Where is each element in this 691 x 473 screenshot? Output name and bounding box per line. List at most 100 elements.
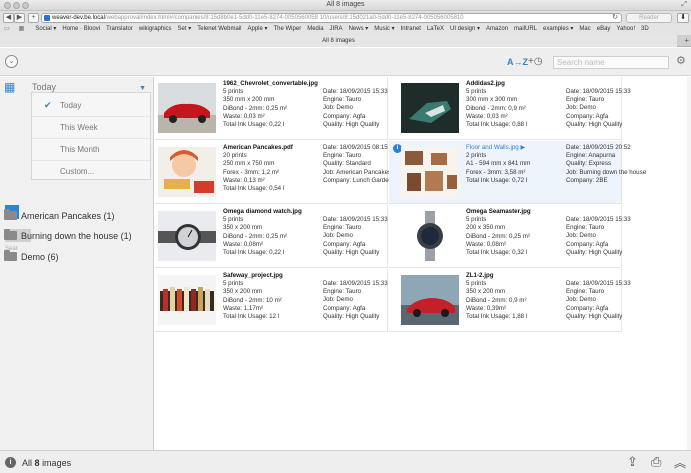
dropdown-option-today[interactable]: ✔ Today	[32, 95, 150, 117]
calendar-icon[interactable]: ▦	[4, 80, 18, 94]
reload-icon[interactable]: ↻	[612, 14, 618, 22]
bookmark-item[interactable]: Apple ▾	[247, 24, 267, 35]
thumbnail-pancakes	[158, 147, 216, 197]
browser-titlebar: All 8 images ⤢	[0, 0, 691, 11]
file-name-link[interactable]: Floor and Walls.jpg ▶	[466, 144, 558, 152]
file-name[interactable]: Safeway_project.jpg	[223, 272, 315, 280]
file-name[interactable]: 1962_Chevrolet_convertable.jpg	[223, 80, 318, 88]
bookmark-item[interactable]: Intranet	[401, 24, 421, 35]
dropdown-option-this-month[interactable]: This Month	[32, 139, 150, 161]
bookmark-item[interactable]: Music ▾	[374, 24, 394, 35]
address-bar[interactable]: weaver-dev.be.local/webapproval/index.ht…	[41, 13, 622, 23]
bookmark-item[interactable]: News ▾	[349, 24, 369, 35]
file-name[interactable]: Omega Seamaster.jpg	[466, 208, 558, 216]
bookmark-item[interactable]: mailURL	[514, 24, 537, 35]
thumbnail-addidas	[401, 83, 459, 133]
fullscreen-icon[interactable]: ⤢	[681, 1, 687, 9]
bookmark-item[interactable]: JIRA	[330, 24, 343, 35]
bookmark-item[interactable]: eBay	[597, 24, 611, 35]
bookmark-item[interactable]: Yahoo!	[616, 24, 635, 35]
image-card-american-pancakes[interactable]: American Pancakes.pdf 20 prints 250 mm x…	[155, 141, 392, 204]
material: DiBond - 2mm: 0,25 m²	[223, 104, 287, 112]
print-size: 350 mm x 200 mm	[223, 96, 275, 104]
site-favicon-icon	[44, 15, 50, 21]
bookmark-item[interactable]: The Wiper	[274, 24, 302, 35]
share-icon[interactable]: ⇪	[627, 454, 638, 470]
printer-icon[interactable]: ⎙	[651, 454, 661, 470]
grid-scrollbar[interactable]	[687, 77, 691, 450]
bookmark-item[interactable]: LaTeX	[427, 24, 444, 35]
bookmark-item[interactable]: wikigraphics	[139, 24, 172, 35]
add-bookmark-button[interactable]: +	[28, 13, 39, 23]
engine: Engine: Anapurna	[566, 152, 616, 160]
thumbnail-omega-seamaster	[401, 211, 459, 261]
chevron-down-icon[interactable]: ⌄	[5, 55, 18, 68]
bookmark-item[interactable]: Amazon	[486, 24, 508, 35]
quality: Quality: High Quality	[566, 248, 623, 256]
sort-az-button[interactable]: A→Z	[507, 57, 528, 67]
bookmark-item[interactable]: Set ▾	[178, 24, 192, 35]
image-card-omega-diamond-watch[interactable]: Omega diamond watch.jpg 5 prints 350 x 2…	[155, 205, 388, 268]
image-card-zl1-2[interactable]: ZL1-2.jpg 5 prints 350 x 200 mm DiBond -…	[389, 269, 631, 332]
folder-item-american-pancakes[interactable]: American Pancakes (1)	[4, 209, 115, 227]
image-card-safeway-project[interactable]: Safeway_project.jpg 5 prints 350 x 200 m…	[155, 269, 388, 332]
bookmark-item[interactable]: examples ▾	[543, 24, 573, 35]
dropdown-option-custom[interactable]: Custom...	[32, 161, 150, 183]
date-filter-value: Today	[32, 82, 57, 92]
job: Job: Demo	[566, 232, 596, 240]
bookmark-item[interactable]: 3D	[641, 24, 649, 35]
image-card-floor-and-walls[interactable]: i Floor and Walls.jpg ▶ 2 prints A1 - 59…	[389, 141, 646, 204]
bookmark-item[interactable]: UI design ▾	[450, 24, 480, 35]
folder-icon	[4, 209, 17, 220]
material: Forex - 3mm: 1,2 m²	[223, 168, 280, 176]
thumbnail-chevrolet	[158, 83, 216, 133]
bookmark-item[interactable]: Telenet Webmail	[197, 24, 241, 35]
image-card-1962-chevrolet[interactable]: 1962_Chevrolet_convertable.jpg 5 prints …	[155, 77, 388, 140]
print-size: 300 mm x 300 mm	[466, 96, 518, 104]
image-grid: 1962_Chevrolet_convertable.jpg 5 prints …	[155, 77, 691, 450]
ink-usage: Total Ink Usage: 0,88 l	[466, 121, 528, 129]
file-name[interactable]: Addidas2.jpg	[466, 80, 558, 88]
forward-button[interactable]: ▶	[14, 13, 25, 23]
engine: Engine: Tauro	[566, 96, 605, 104]
reader-button[interactable]: Reader	[626, 13, 672, 23]
print-count: 5 prints	[223, 280, 244, 288]
back-button[interactable]: ◀	[3, 13, 14, 23]
folder-item-demo[interactable]: Demo (6)	[4, 250, 59, 268]
print-count: 2 prints	[466, 152, 487, 160]
folder-item-burning-down-the-house[interactable]: Burning down the house (1)	[4, 229, 132, 247]
bookmark-item[interactable]: Social ▾	[35, 24, 56, 35]
checkmark-icon: ✔	[44, 100, 52, 110]
quality: Quality: High Quality	[566, 120, 623, 128]
info-icon[interactable]: i	[5, 457, 16, 468]
image-card-omega-seamaster[interactable]: Omega Seamaster.jpg 5 prints 200 x 350 m…	[389, 205, 631, 268]
folder-icon	[4, 229, 17, 240]
folder-label: Burning down the house (1)	[21, 231, 132, 241]
reading-list-icon[interactable]: ▭	[4, 24, 13, 35]
downloads-icon[interactable]: ⬇	[677, 13, 689, 23]
company: Company: Agfa	[566, 304, 609, 312]
new-tab-icon[interactable]: +	[684, 37, 689, 45]
file-name[interactable]: American Pancakes.pdf	[223, 144, 315, 152]
dropdown-option-this-week[interactable]: This Week	[32, 117, 150, 139]
bookmark-item[interactable]: Media	[307, 24, 323, 35]
thumbnail-safeway	[158, 275, 216, 325]
top-sites-icon[interactable]: ▦	[19, 24, 28, 35]
file-name[interactable]: ZL1-2.jpg	[466, 272, 558, 280]
material: DiBond - 2mm: 0,25 m²	[466, 232, 530, 240]
bookmark-item[interactable]: Mac	[579, 24, 590, 35]
ink-usage: Total Ink Usage: 0,32 l	[466, 249, 528, 257]
search-input[interactable]	[553, 56, 669, 69]
url-host: weaver-dev.be.local	[52, 15, 105, 21]
bookmark-item[interactable]: Home · Bloovi	[62, 24, 100, 35]
chevron-up-icon[interactable]: ︽	[674, 454, 686, 471]
material: DiBond - 2mm: 10 m²	[223, 296, 282, 304]
tab-all-images[interactable]: All 8 images	[0, 35, 677, 47]
image-card-addidas2[interactable]: Addidas2.jpg 5 prints 300 mm x 300 mm Di…	[389, 77, 631, 140]
image-count-label: All 8 images	[22, 458, 72, 468]
print-count: 5 prints	[466, 216, 487, 224]
bookmark-item[interactable]: Translator	[106, 24, 133, 35]
gear-icon[interactable]: ⚙	[676, 54, 686, 67]
history-icon[interactable]: +◷	[528, 56, 543, 67]
file-name[interactable]: Omega diamond watch.jpg	[223, 208, 315, 216]
